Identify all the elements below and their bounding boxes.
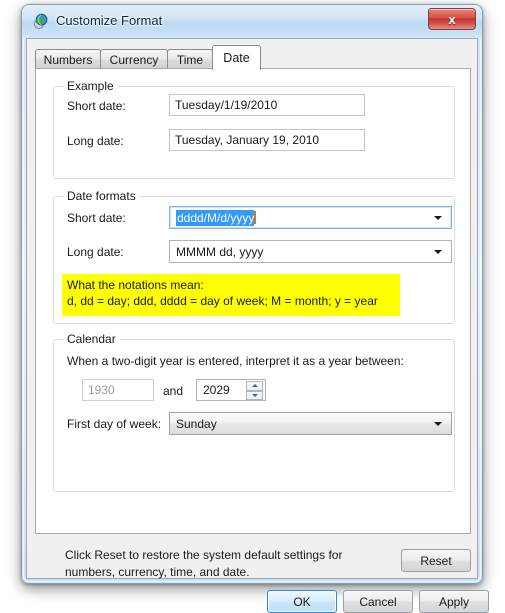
calendar-group-title: Calendar: [63, 332, 120, 346]
tab-date-label: Date: [223, 51, 250, 65]
reset-button[interactable]: Reset: [401, 549, 471, 572]
cancel-button[interactable]: Cancel: [343, 590, 413, 613]
example-long-date-value: Tuesday, January 19, 2010: [169, 129, 365, 151]
long-date-format-label: Long date:: [67, 245, 124, 259]
text-caret: [254, 210, 257, 224]
region-globe-icon: [32, 13, 49, 30]
cancel-button-label: Cancel: [359, 594, 397, 609]
long-date-format-combo[interactable]: MMMM dd, yyyy: [169, 240, 452, 263]
and-label: and: [163, 384, 184, 398]
chevron-down-icon[interactable]: [434, 421, 442, 426]
tab-date[interactable]: Date: [212, 45, 261, 70]
tab-time-label: Time: [176, 52, 204, 67]
year-to-stepper[interactable]: 2029: [196, 379, 266, 401]
chevron-down-icon[interactable]: [434, 215, 442, 220]
triangle-down-icon: [251, 393, 258, 397]
example-short-date-value: Tuesday/1/19/2010: [169, 94, 365, 116]
dialog-client-area: Numbers Currency Time Date Example Short…: [26, 38, 489, 613]
title-bar: Customize Format x: [22, 5, 482, 39]
chevron-down-icon[interactable]: [434, 249, 442, 254]
tab-currency-label: Currency: [109, 52, 159, 67]
short-date-format-value-wrap: dddd/M/d/yyyy: [176, 209, 257, 226]
close-icon: x: [448, 11, 456, 27]
tab-strip: Numbers Currency Time Date: [35, 45, 471, 70]
year-to-spin-buttons[interactable]: [246, 381, 263, 400]
short-date-format-label: Short date:: [67, 211, 126, 225]
ok-button-label: OK: [293, 594, 311, 609]
apply-button-label: Apply: [438, 594, 470, 609]
example-long-date-label: Long date:: [67, 134, 124, 148]
ok-button[interactable]: OK: [267, 590, 337, 613]
first-day-of-week-combo[interactable]: Sunday: [169, 412, 452, 435]
long-date-format-value: MMMM dd, yyyy: [176, 244, 264, 259]
tab-numbers-label: Numbers: [43, 52, 93, 67]
notations-body: d, dd = day; ddd, dddd = day of week; M …: [67, 294, 378, 308]
tab-time[interactable]: Time: [167, 49, 213, 69]
example-short-date-label: Short date:: [67, 99, 126, 113]
spin-up-button[interactable]: [246, 381, 263, 391]
first-day-of-week-value: Sunday: [176, 416, 217, 431]
year-from-input[interactable]: 1930: [82, 379, 154, 401]
dialog-window: Customize Format x Numbers Currency Time…: [21, 4, 489, 613]
close-button[interactable]: x: [428, 8, 476, 30]
first-day-of-week-label: First day of week:: [67, 417, 162, 431]
window-title: Customize Format: [56, 13, 163, 28]
spin-down-button[interactable]: [246, 390, 263, 400]
example-group-title: Example: [63, 79, 118, 93]
tab-panel-date: Example Short date: Tuesday/1/19/2010 Lo…: [35, 68, 471, 534]
short-date-format-value: dddd/M/d/yyyy: [176, 209, 255, 226]
year-to-value: 2029: [203, 383, 230, 397]
two-digit-year-label: When a two-digit year is entered, interp…: [67, 354, 404, 368]
reset-button-label: Reset: [420, 553, 452, 568]
tab-numbers[interactable]: Numbers: [35, 49, 101, 69]
reset-description: Click Reset to restore the system defaul…: [65, 548, 343, 579]
notations-help-box: What the notations mean: d, dd = day; dd…: [62, 274, 400, 316]
apply-button[interactable]: Apply: [419, 590, 489, 613]
notations-title: What the notations mean:: [67, 278, 204, 292]
triangle-up-icon: [251, 384, 258, 388]
date-formats-group-title: Date formats: [63, 189, 140, 203]
short-date-format-combo[interactable]: dddd/M/d/yyyy: [169, 206, 452, 229]
tab-currency[interactable]: Currency: [100, 49, 168, 69]
